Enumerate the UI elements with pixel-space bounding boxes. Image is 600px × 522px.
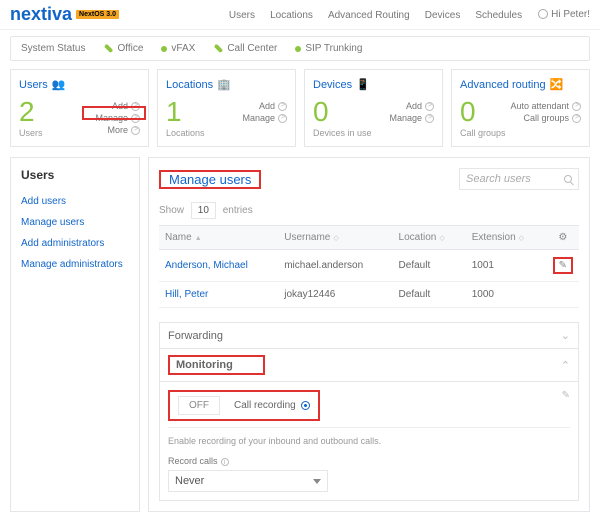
acc-forwarding[interactable]: Forwarding ⌄ <box>159 322 579 349</box>
call-recording-option[interactable]: Call recording <box>234 400 310 411</box>
cell-extension: 1000 <box>466 282 547 308</box>
users-table: Name▲ Username◇ Location◇ Extension◇ ⚙ A… <box>159 225 579 308</box>
page-title: Manage users <box>161 168 259 191</box>
chevron-down-icon: ⌄ <box>561 329 570 342</box>
sidebar-manage-admins[interactable]: Manage administrators <box>21 259 129 270</box>
entries-count[interactable]: 10 <box>191 202 216 219</box>
caret-down-icon <box>313 479 321 484</box>
devices-add-link[interactable]: Add <box>389 101 434 111</box>
highlight-manage-users-title: Manage users <box>159 170 261 189</box>
users-more-link[interactable]: More <box>95 125 140 135</box>
nav-locations[interactable]: Locations <box>270 10 313 21</box>
sidebar-add-users[interactable]: Add users <box>21 196 129 207</box>
cell-location: Default <box>393 250 466 282</box>
phone-icon <box>213 44 223 54</box>
edit-icon[interactable]: ✎ <box>562 390 570 401</box>
nav-users[interactable]: Users <box>229 10 255 21</box>
card-locations: Locations 🏢 1 Locations Add Manage <box>157 69 296 147</box>
status-icon <box>295 46 301 52</box>
status-icon <box>161 46 167 52</box>
devices-icon: 📱 <box>356 78 370 91</box>
gear-icon: ⚙ <box>558 232 567 243</box>
highlight-monitoring: Monitoring <box>168 355 265 375</box>
gear-icon <box>538 9 548 19</box>
nav-schedules[interactable]: Schedules <box>475 10 522 21</box>
devices-count: 0 <box>313 99 372 124</box>
lower-section: Users Add users Manage users Add adminis… <box>0 157 600 522</box>
devices-manage-link[interactable]: Manage <box>389 113 434 123</box>
locations-icon: 🏢 <box>217 78 231 91</box>
user-greeting[interactable]: Hi Peter! <box>538 9 590 20</box>
summary-cards: Users 👥 2 Users Add Manage More Location… <box>0 69 600 157</box>
subnav-system-status[interactable]: System Status <box>21 43 85 54</box>
accordion: Forwarding ⌄ Monitoring ⌃ OFF Call recor… <box>159 322 579 501</box>
card-title: Users 👥 <box>19 78 140 91</box>
subnav-vfax[interactable]: vFAX <box>161 43 195 54</box>
card-adv-routing: Advanced routing 🔀 0 Call groups Auto at… <box>451 69 590 147</box>
sort-icon: ◇ <box>519 234 524 242</box>
info-icon[interactable]: i <box>221 458 229 466</box>
highlight-users-manage <box>82 106 146 120</box>
card-users: Users 👥 2 Users Add Manage More <box>10 69 149 147</box>
edit-icon[interactable]: ✎ <box>559 260 567 271</box>
card-sub: Users <box>19 128 43 138</box>
col-extension[interactable]: Extension◇ <box>466 226 547 250</box>
cell-username: michael.anderson <box>278 250 392 282</box>
col-username[interactable]: Username◇ <box>278 226 392 250</box>
auto-attendant-link[interactable]: Auto attendant <box>510 101 581 111</box>
highlight-off-callrec: OFF Call recording <box>168 390 320 421</box>
users-icon: 👥 <box>52 78 66 91</box>
highlight-edit-user: ✎ <box>553 257 573 274</box>
sort-icon: ◇ <box>333 234 338 242</box>
off-toggle[interactable]: OFF <box>178 396 220 415</box>
sidebar-title: Users <box>21 168 129 182</box>
call-groups-link[interactable]: Call groups <box>510 113 581 123</box>
card-devices: Devices 📱 0 Devices in use Add Manage <box>304 69 443 147</box>
col-actions: ⚙ <box>547 226 579 250</box>
secondary-nav: System Status Office vFAX Call Center SI… <box>10 36 590 61</box>
cell-name[interactable]: Anderson, Michael <box>159 250 278 282</box>
nav-devices[interactable]: Devices <box>425 10 461 21</box>
sidebar-manage-users[interactable]: Manage users <box>21 217 129 228</box>
cell-extension: 1001 <box>466 250 547 282</box>
subnav-sip-trunking[interactable]: SIP Trunking <box>295 43 362 54</box>
locations-add-link[interactable]: Add <box>242 101 287 111</box>
radio-selected-icon <box>301 401 310 410</box>
entries-control: Show 10 entries <box>159 202 579 219</box>
search-input[interactable]: Search users <box>459 168 579 190</box>
monitoring-panel: OFF Call recording ✎ Enable recording of… <box>159 382 579 501</box>
primary-nav: Users Locations Advanced Routing Devices… <box>217 9 522 21</box>
users-count: 2 <box>19 99 43 124</box>
main-panel: Manage users Search users Show 10 entrie… <box>148 157 590 512</box>
search-icon <box>564 175 572 183</box>
sort-asc-icon: ▲ <box>195 235 202 242</box>
sidebar: Users Add users Manage users Add adminis… <box>10 157 140 512</box>
sort-icon: ◇ <box>439 234 444 242</box>
cell-name[interactable]: Hill, Peter <box>159 282 278 308</box>
sidebar-add-admins[interactable]: Add administrators <box>21 238 129 249</box>
chevron-right-icon <box>131 126 140 135</box>
record-calls-label: Record callsi <box>168 456 570 466</box>
subnav-call-center[interactable]: Call Center <box>213 43 277 54</box>
monitoring-description: Enable recording of your inbound and out… <box>168 436 570 446</box>
chevron-up-icon: ⌃ <box>561 359 570 372</box>
acc-monitoring[interactable]: Monitoring ⌃ <box>159 349 579 382</box>
cell-username: jokay12446 <box>278 282 392 308</box>
routing-count: 0 <box>460 99 506 124</box>
col-name[interactable]: Name▲ <box>159 226 278 250</box>
locations-manage-link[interactable]: Manage <box>242 113 287 123</box>
record-calls-select[interactable]: Never <box>168 470 328 492</box>
topbar: nextiva NextOS 3.0 Users Locations Advan… <box>0 0 600 30</box>
phone-icon <box>103 44 113 54</box>
table-row[interactable]: Hill, Peter jokay12446 Default 1000 <box>159 282 579 308</box>
subnav-office[interactable]: Office <box>103 43 143 54</box>
routing-icon: 🔀 <box>550 78 564 91</box>
nav-advanced-routing[interactable]: Advanced Routing <box>328 10 410 21</box>
cell-location: Default <box>393 282 466 308</box>
col-location[interactable]: Location◇ <box>393 226 466 250</box>
brand-logo: nextiva NextOS 3.0 <box>10 4 119 25</box>
locations-count: 1 <box>166 99 205 124</box>
table-row[interactable]: Anderson, Michael michael.anderson Defau… <box>159 250 579 282</box>
